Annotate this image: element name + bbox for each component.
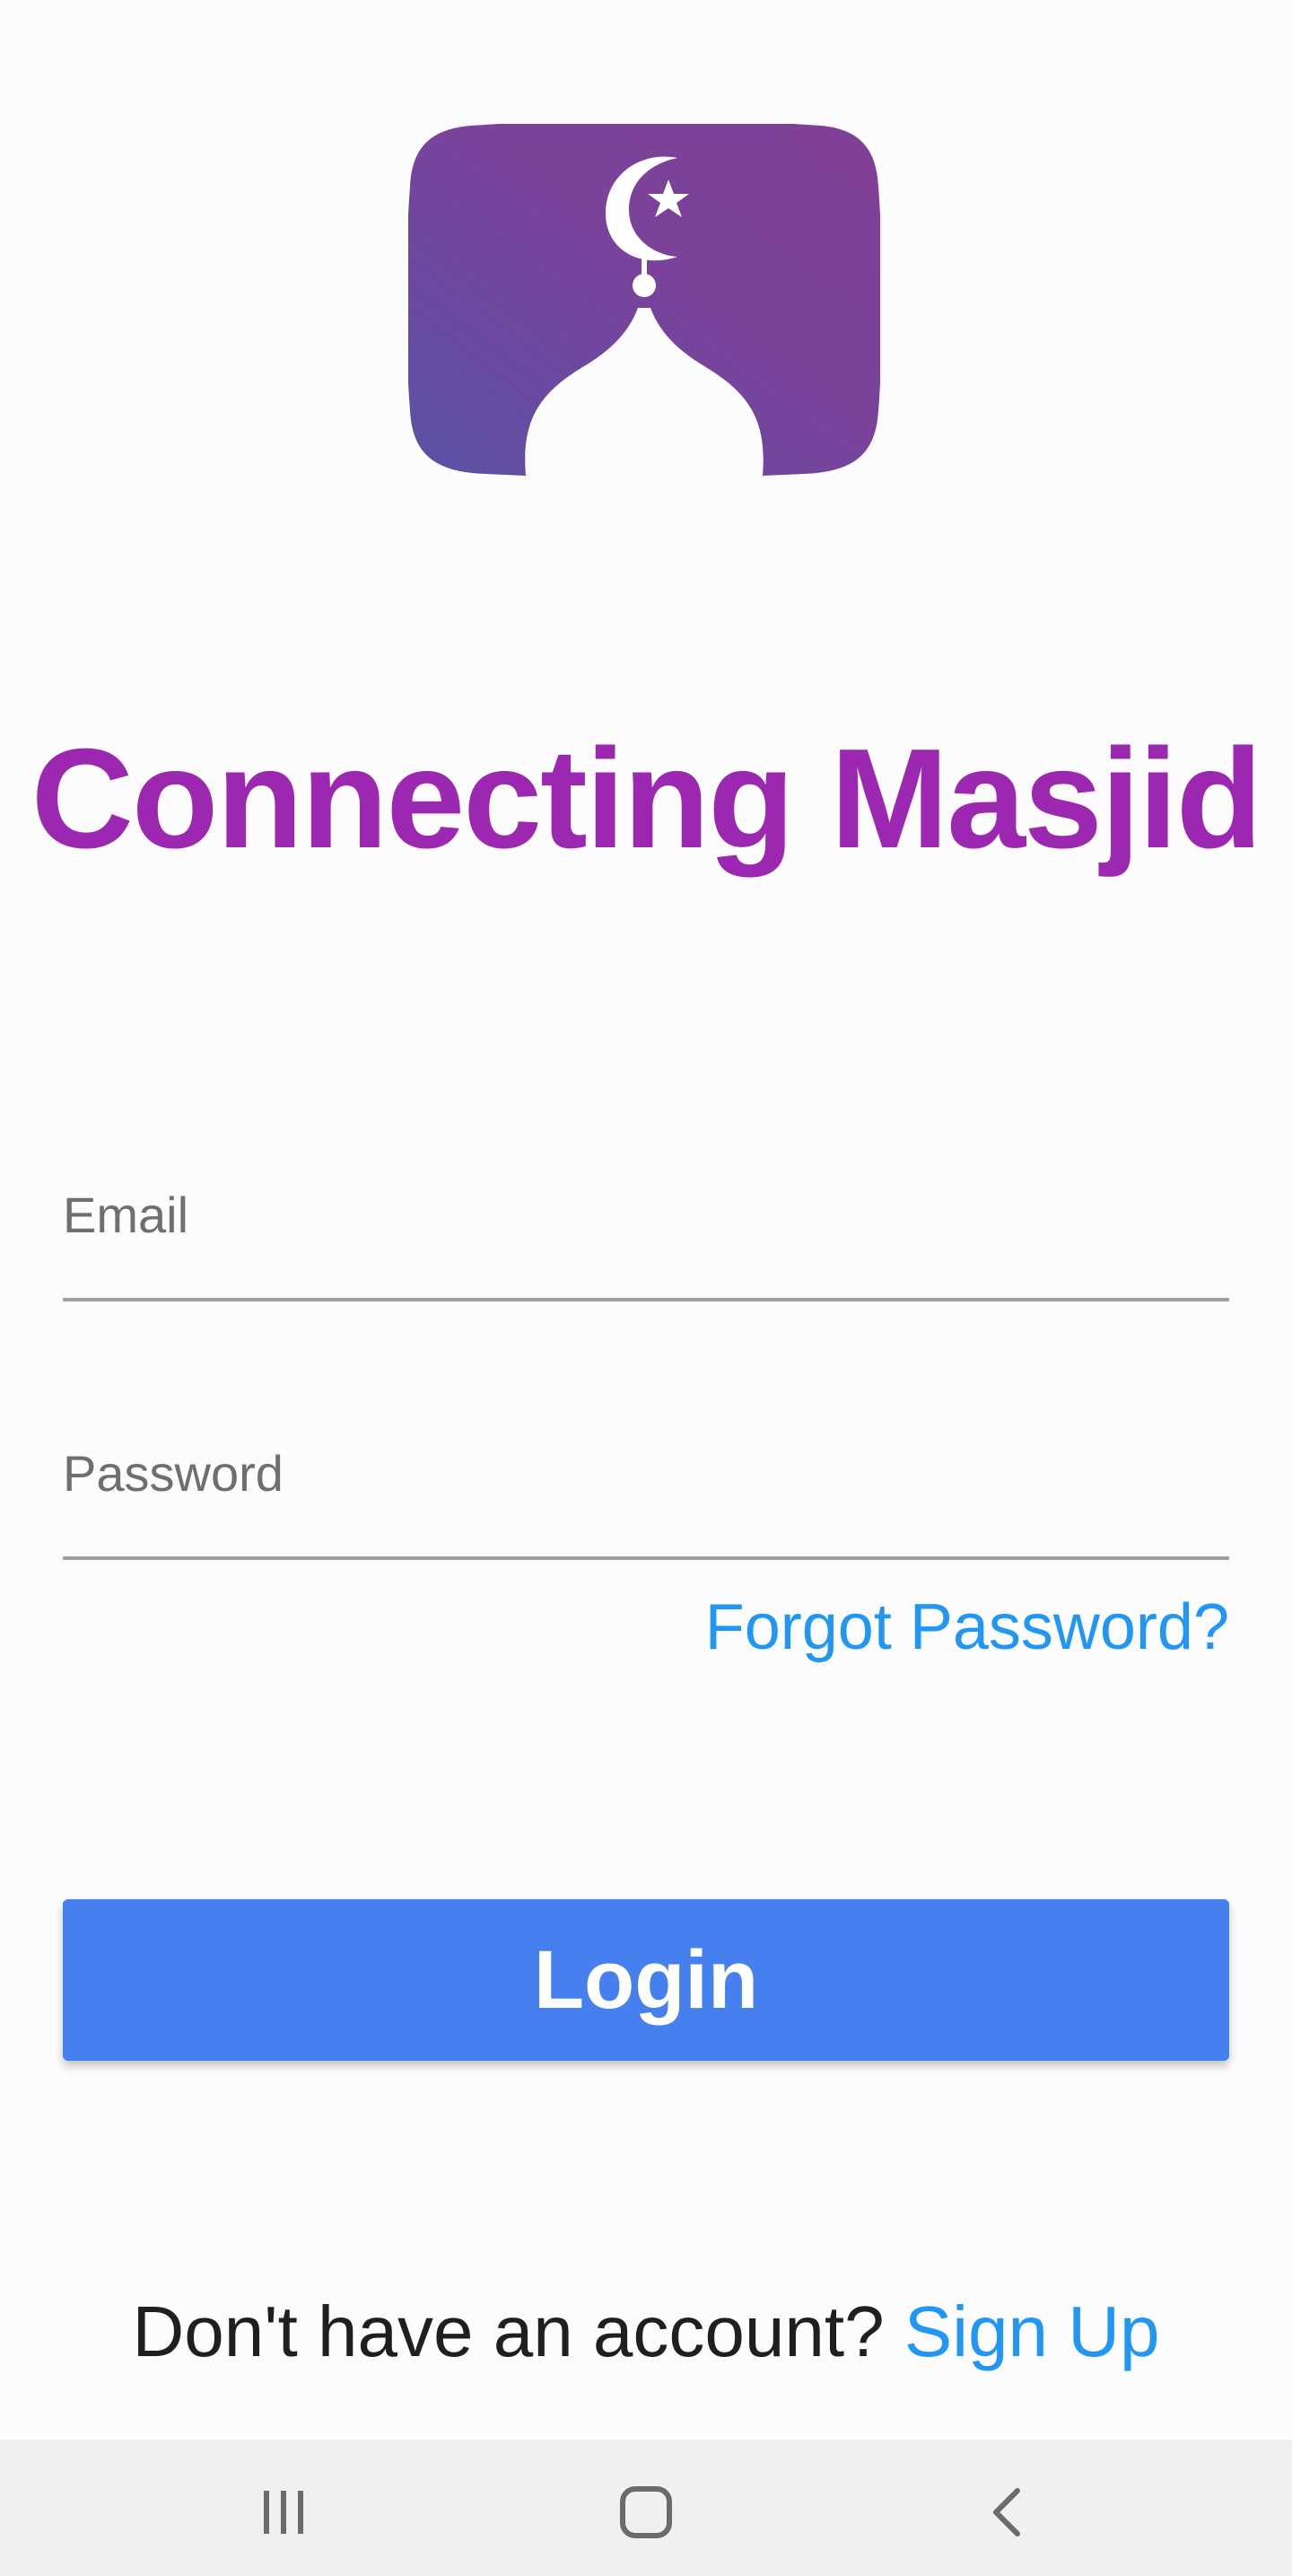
home-icon: [620, 2486, 672, 2538]
back-icon: [993, 2488, 1020, 2537]
app-logo: [408, 124, 880, 476]
login-button[interactable]: Login: [63, 1899, 1229, 2061]
recents-icon: [264, 2491, 303, 2534]
home-button[interactable]: [592, 2472, 700, 2553]
mosque-dome-crescent-star-icon: [408, 124, 880, 476]
password-field-container: [63, 1444, 1229, 1560]
app-title: Connecting Masjid: [31, 720, 1263, 878]
email-field[interactable]: [63, 1186, 1229, 1244]
forgot-password-link[interactable]: Forgot Password?: [705, 1587, 1229, 1668]
signup-prompt-text: Don't have an account?: [132, 2291, 885, 2371]
system-navigation-bar: [0, 2440, 1292, 2576]
back-button[interactable]: [955, 2472, 1062, 2553]
signup-link[interactable]: Sign Up: [904, 2291, 1160, 2371]
recents-button[interactable]: [230, 2472, 337, 2553]
email-field-container: [63, 1186, 1229, 1301]
login-screen: Connecting Masjid Forgot Password? Login…: [0, 0, 1292, 2576]
signup-prompt-row: Don't have an account? Sign Up: [0, 2287, 1292, 2377]
password-field[interactable]: [63, 1444, 1229, 1503]
